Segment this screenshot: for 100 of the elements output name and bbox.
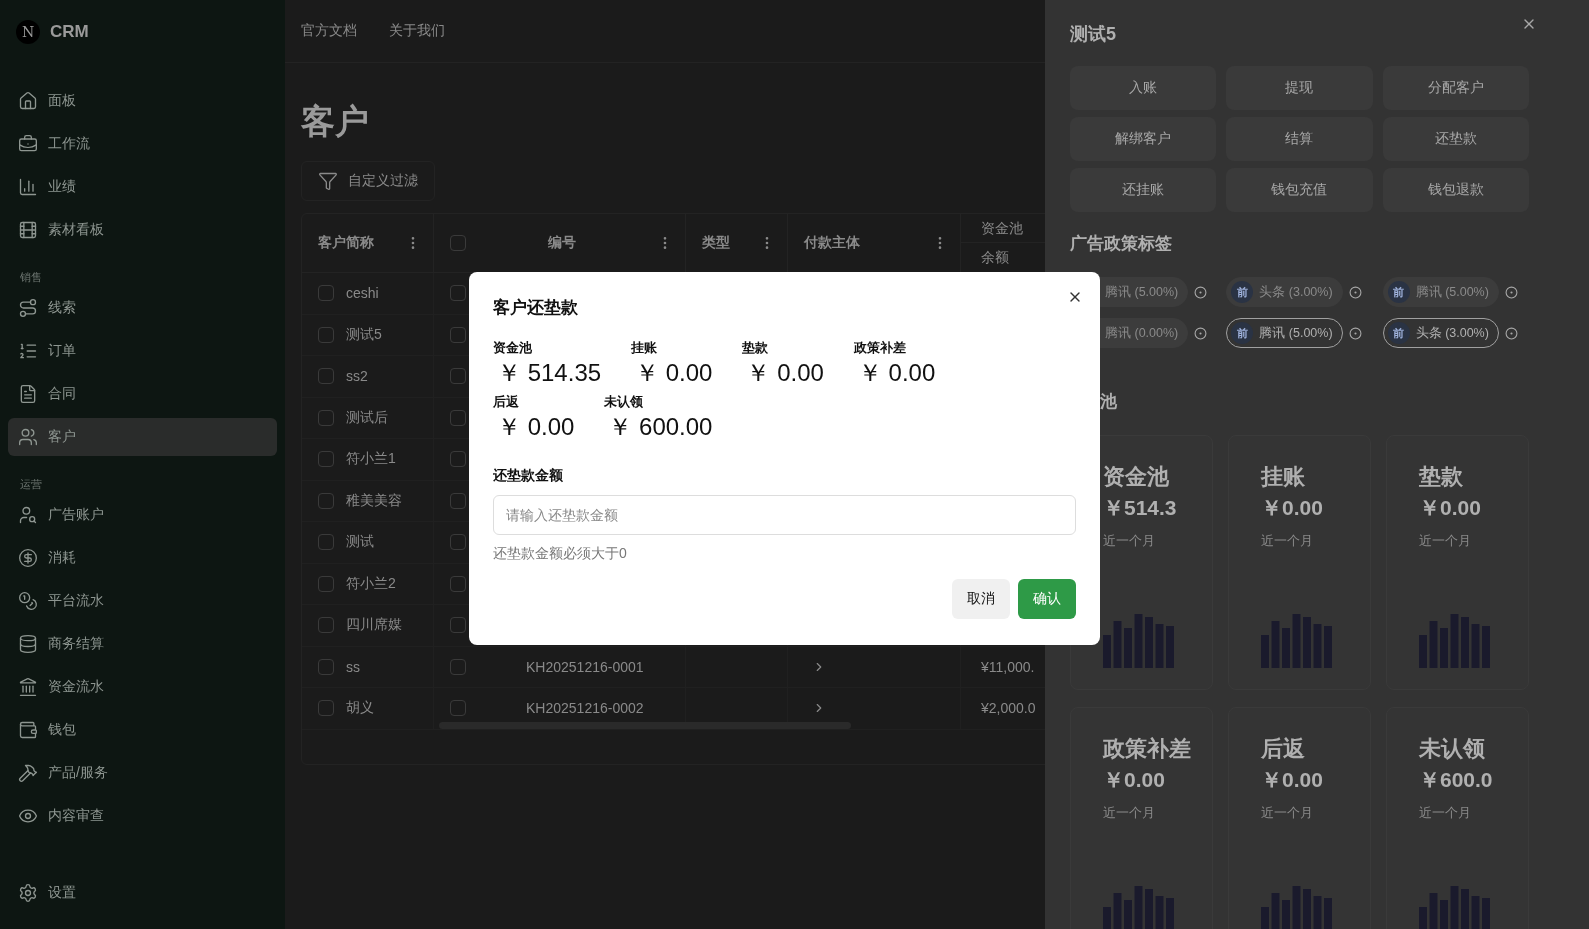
action-button[interactable]: 还垫款	[1382, 117, 1529, 161]
sidebar-item[interactable]: 线索	[8, 289, 277, 327]
filter-icon	[318, 171, 338, 191]
card-title: 后返	[1261, 735, 1306, 763]
checkbox[interactable]	[450, 368, 466, 385]
table-cell: ss	[346, 658, 360, 675]
checkbox[interactable]	[450, 617, 466, 634]
stat-value: ￥ 0.00	[856, 358, 936, 388]
sidebar-item[interactable]: 素材看板	[8, 211, 277, 249]
checkbox[interactable]	[318, 534, 334, 551]
card-title: 未认领	[1419, 735, 1486, 763]
film-icon	[18, 220, 38, 240]
table-cell: 符小兰2	[346, 574, 396, 593]
checkbox[interactable]	[450, 285, 466, 302]
cancel-button[interactable]: 取消	[952, 579, 1010, 619]
bar-chart-icon	[18, 177, 38, 197]
checkbox[interactable]	[318, 451, 334, 468]
action-button[interactable]: 钱包退款	[1382, 168, 1529, 212]
amount-input[interactable]: 请输入还垫款金额	[493, 495, 1076, 535]
table-cell: ss2	[346, 368, 368, 385]
filter-button[interactable]: 自定义过滤	[301, 161, 435, 201]
action-button[interactable]: 入账	[1070, 66, 1217, 110]
checkbox[interactable]	[450, 534, 466, 551]
sidebar-item[interactable]: 工作流	[8, 125, 277, 163]
policy-tag[interactable]: 前 头条 (3.00%)	[1226, 277, 1343, 307]
settings-icon	[18, 883, 38, 903]
nav-link[interactable]: 官方文档	[301, 22, 357, 40]
dialog-title: 客户还垫款	[493, 297, 579, 319]
target-icon[interactable]	[1504, 285, 1518, 299]
stat-label: 挂账	[631, 339, 659, 357]
sidebar-item[interactable]: 内容审查	[8, 797, 277, 835]
checkbox[interactable]	[450, 409, 466, 426]
sheet-title: 测试5	[1070, 23, 1117, 46]
list-icon	[18, 341, 38, 361]
sidebar-item[interactable]: 广告账户	[8, 496, 277, 534]
bar-chart-drawing	[1261, 884, 1333, 929]
sidebar-item[interactable]: 商务结算	[8, 625, 277, 663]
sidebar-section-label: 运营	[19, 477, 43, 492]
checkbox[interactable]	[450, 700, 466, 717]
section-heading: 池	[1099, 391, 1118, 413]
checkbox[interactable]	[318, 285, 334, 302]
action-button[interactable]: 还挂账	[1070, 168, 1217, 212]
sidebar-item[interactable]: 订单	[8, 332, 277, 370]
action-button[interactable]: 分配客户	[1382, 66, 1529, 110]
hammer-icon	[18, 763, 38, 783]
column-header: 余额	[980, 248, 1010, 267]
bar-chart-drawing	[1103, 612, 1175, 668]
route-icon	[18, 298, 38, 318]
table-cell: 符小兰1	[346, 450, 396, 469]
sidebar-item[interactable]: 面板	[8, 82, 277, 120]
sidebar-item[interactable]: 业绩	[8, 168, 277, 206]
checkbox[interactable]	[318, 368, 334, 385]
stat-value: ￥ 600.00	[607, 412, 713, 442]
sidebar-item[interactable]: 钱包	[8, 711, 277, 749]
sidebar-item[interactable]: 消耗	[8, 539, 277, 577]
nav-link[interactable]: 关于我们	[389, 22, 445, 40]
stat-value: ￥ 514.35	[496, 358, 602, 388]
sidebar-item[interactable]: 设置	[8, 874, 277, 912]
field-label: 还垫款金额	[493, 467, 564, 485]
action-button[interactable]: 提现	[1226, 66, 1373, 110]
hint-text: 还垫款金额必须大于0	[493, 545, 628, 563]
card-amount: ￥514.3	[1103, 495, 1178, 521]
checkbox[interactable]	[450, 451, 466, 468]
table-cell: ¥11,000.	[981, 658, 1035, 675]
checkbox[interactable]	[450, 575, 466, 592]
sidebar-item[interactable]: 资金流水	[8, 668, 277, 706]
action-button[interactable]: 解绑客户	[1070, 117, 1217, 161]
target-icon[interactable]	[1194, 285, 1208, 299]
checkbox[interactable]	[450, 326, 466, 343]
page-title: 客户	[301, 101, 369, 142]
logo: N	[16, 20, 40, 44]
sidebar-item[interactable]: 合同	[8, 375, 277, 413]
bar-chart-drawing	[1419, 612, 1491, 668]
policy-tag[interactable]: 前 腾讯 (5.00%)	[1382, 277, 1499, 307]
target-icon[interactable]	[1348, 326, 1362, 340]
action-button[interactable]: 钱包充值	[1226, 168, 1373, 212]
sidebar-item[interactable]: 产品/服务	[8, 754, 277, 792]
target-icon[interactable]	[1194, 326, 1208, 340]
checkbox[interactable]	[318, 700, 334, 717]
column-header[interactable]: 客户简称	[302, 214, 434, 273]
sidebar-item[interactable]: 客户	[8, 418, 277, 456]
sidebar-item[interactable]: 平台流水	[8, 582, 277, 620]
checkbox[interactable]	[318, 617, 334, 634]
checkbox[interactable]	[318, 575, 334, 592]
stat-label: 后返	[493, 393, 520, 411]
checkbox[interactable]	[318, 658, 334, 675]
table-cell: 四川席媒	[346, 616, 402, 635]
target-icon[interactable]	[1348, 285, 1362, 299]
checkbox[interactable]	[318, 409, 334, 426]
dollar-icon	[18, 548, 38, 568]
confirm-button[interactable]: 确认	[1018, 579, 1076, 619]
table-cell: 测试	[346, 533, 374, 552]
action-button[interactable]: 结算	[1226, 117, 1373, 161]
checkbox[interactable]	[450, 658, 466, 675]
checkbox[interactable]	[318, 326, 334, 343]
target-icon[interactable]	[1504, 326, 1518, 340]
checkbox[interactable]	[450, 492, 466, 509]
checkbox[interactable]	[318, 492, 334, 509]
home-icon	[18, 91, 38, 111]
checkbox[interactable]	[450, 235, 466, 251]
